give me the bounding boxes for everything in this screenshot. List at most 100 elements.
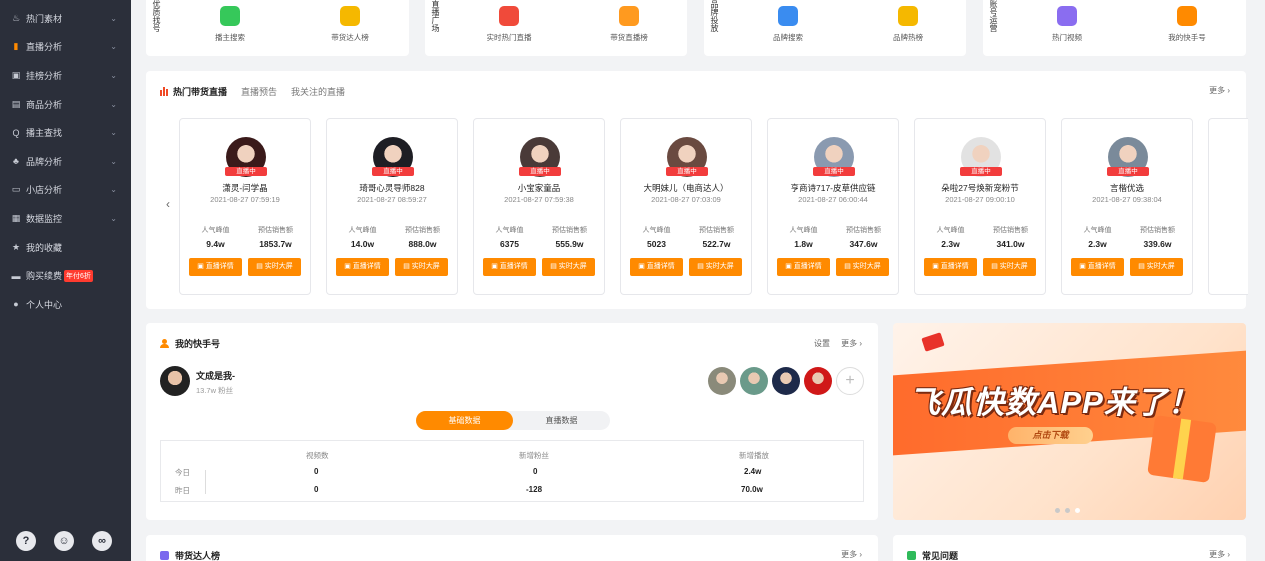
followed-account-avatar[interactable] [772, 367, 800, 395]
live-more-link[interactable]: 更多 › [1209, 85, 1230, 96]
popularity-label: 人气峰值 [1083, 227, 1112, 234]
realtime-screen-button[interactable]: ▤ 实时大屏 [983, 258, 1036, 276]
sales-label: 预估销售额 [1140, 227, 1175, 234]
live-detail-button[interactable]: ▣ 直播详情 [483, 258, 536, 276]
sidebar-item-8[interactable]: ★ 我的收藏 [0, 233, 131, 262]
col-header: 新增播放 [739, 451, 769, 460]
followed-account-avatar[interactable] [804, 367, 832, 395]
promo-badge: 年付6折 [64, 269, 93, 282]
realtime-screen-button[interactable]: ▤ 实时大屏 [1130, 258, 1183, 276]
sidebar-item-2[interactable]: ▣ 挂榜分析 ⌄ [0, 61, 131, 90]
tab-live-data[interactable]: 直播数据 [513, 411, 610, 430]
sidebar-item-9[interactable]: ▬ 购买续费 年付6折 [0, 261, 131, 290]
popularity-label: 人气峰值 [495, 227, 524, 234]
my-more-link[interactable]: 更多 › [841, 338, 862, 349]
my-kuaishou-panel: 我的快手号 设置 更多 › 文成是我- 13.7w 粉丝 + 基础数据 直播数据… [146, 323, 878, 520]
category-label: 实时热门直播 [486, 33, 532, 42]
anchor-name[interactable]: 潇灵-闫学晶 [180, 182, 310, 194]
link-icon[interactable]: ∞ [92, 531, 112, 551]
live-start-time: 2021-08-27 09:38:04 [1092, 195, 1162, 204]
stat-value: 0 [533, 467, 538, 476]
anchor-card[interactable]: 直播中 亨商诗717-皮草供应链 2021-08-27 06:00:44 人气峰值 预估… [767, 118, 899, 295]
anchor-card[interactable]: 直播中 潇灵-闫学晶 2021-08-27 07:59:19 人气峰值 预估销售额 9.4… [179, 118, 311, 295]
search-icon: Q [12, 127, 20, 138]
category-entry[interactable]: 带货直播榜 [589, 6, 669, 43]
tab-hot-live[interactable]: 热门带货直播 [173, 85, 227, 98]
anchor-name[interactable]: 小宝家童品 [474, 182, 604, 194]
live-detail-button[interactable]: ▣ 直播详情 [777, 258, 830, 276]
category-label: 带货达人榜 [331, 33, 369, 42]
tab-live-preview[interactable]: 直播预告 [241, 85, 277, 98]
category-entry[interactable]: 热门视频 [1027, 6, 1107, 43]
followed-account-avatar[interactable] [708, 367, 736, 395]
anchor-card[interactable]: 直播中 大明妹儿（电商达人） 2021-08-27 07:03:09 人气峰值 预估销售… [620, 118, 752, 295]
category-card-2: 品牌投放 品牌搜索 品牌热榜 [704, 0, 966, 56]
anchor-name[interactable]: 亨商诗717-皮草供应链 [768, 182, 898, 194]
anchor-card[interactable]: 直播中 琦哥心灵导师828 2021-08-27 08:59:27 人气峰值 预估销售额… [326, 118, 458, 295]
live-start-time: 2021-08-27 08:59:27 [357, 195, 427, 204]
category-entry[interactable]: 我的快手号 [1147, 6, 1227, 43]
sidebar-item-3[interactable]: ▤ 商品分析 ⌄ [0, 90, 131, 119]
popularity-label: 人气峰值 [789, 227, 818, 234]
sidebar-item-label: 数据监控 [26, 213, 63, 224]
popularity-value: 1.8w [794, 239, 813, 249]
sidebar-item-0[interactable]: ♨ 热门素材 ⌄ [0, 4, 131, 33]
sidebar-item-7[interactable]: ▦ 数据监控 ⌄ [0, 204, 131, 233]
sellers-more-link[interactable]: 更多 › [841, 549, 862, 560]
live-badge-text: 直播中 [236, 168, 256, 175]
banner-title: 飞瓜快数APP来了！ [909, 385, 1200, 420]
stat-value: -128 [526, 485, 543, 494]
chevron-down-icon: ⌄ [110, 42, 117, 52]
carousel-dot[interactable] [1065, 508, 1070, 513]
realtime-screen-button[interactable]: ▤ 实时大屏 [542, 258, 595, 276]
sidebar-item-10[interactable]: ● 个人中心 [0, 290, 131, 319]
my-panel-title: 我的快手号 [175, 339, 221, 349]
live-detail-button[interactable]: ▣ 直播详情 [630, 258, 683, 276]
category-title: 账号运营 [989, 0, 998, 32]
live-badge: 直播中 [1107, 167, 1149, 176]
live-detail-button[interactable]: ▣ 直播详情 [924, 258, 977, 276]
sidebar-item-5[interactable]: ♣ 品牌分析 ⌄ [0, 147, 131, 176]
live-detail-button[interactable]: ▣ 直播详情 [189, 258, 242, 276]
app-promo-banner[interactable]: 飞瓜快数APP来了！ 点击下载 [893, 323, 1246, 520]
live-detail-button[interactable]: ▣ 直播详情 [336, 258, 389, 276]
category-entry[interactable]: 品牌热榜 [868, 6, 948, 43]
card-icon: ▬ [11, 270, 21, 281]
carousel-dot[interactable] [1055, 508, 1060, 513]
carousel-dot[interactable] [1075, 508, 1080, 513]
help-icon[interactable]: ? [16, 531, 36, 551]
sales-value: 555.9w [555, 239, 584, 249]
add-account-button[interactable]: + [836, 367, 864, 395]
sidebar-item-6[interactable]: ▭ 小店分析 ⌄ [0, 176, 131, 205]
realtime-screen-button[interactable]: ▤ 实时大屏 [395, 258, 448, 276]
category-entry[interactable]: 品牌搜索 [748, 6, 828, 43]
sidebar-item-label: 直播分析 [26, 42, 63, 53]
tab-followed-live[interactable]: 我关注的直播 [291, 85, 345, 98]
anchor-name[interactable]: 大明妹儿（电商达人） [621, 182, 751, 194]
download-button[interactable]: 点击下载 [1008, 427, 1093, 444]
settings-link[interactable]: 设置 [814, 338, 830, 349]
anchor-name[interactable]: 琦哥心灵导师828 [327, 182, 457, 194]
category-entry[interactable]: 播主搜索 [190, 6, 270, 43]
realtime-screen-button[interactable]: ▤ 实时大屏 [248, 258, 301, 276]
wechat-icon[interactable]: ☺ [54, 531, 74, 551]
anchor-card[interactable]: 直播中 言楷优选 2021-08-27 09:38:04 人气峰值 预估销售额 2.3w 3… [1061, 118, 1193, 295]
avatar[interactable] [160, 366, 190, 396]
anchor-card[interactable]: 直播中 朵啦27号焕新宠粉节 2021-08-27 09:00:10 人气峰值 预估销售… [914, 118, 1046, 295]
anchor-name[interactable]: 言楷优选 [1062, 182, 1192, 194]
tab-basic-data[interactable]: 基础数据 [416, 411, 513, 430]
followed-account-avatar[interactable] [740, 367, 768, 395]
category-entry[interactable]: 实时热门直播 [469, 6, 549, 43]
anchor-name[interactable]: 朵啦27号焕新宠粉节 [915, 182, 1045, 194]
realtime-screen-button[interactable]: ▤ 实时大屏 [689, 258, 742, 276]
popularity-value: 6375 [500, 239, 519, 249]
live-detail-button[interactable]: ▣ 直播详情 [1071, 258, 1124, 276]
prev-arrow-icon[interactable]: ‹ [166, 197, 170, 211]
bag-icon: ▤ [11, 98, 21, 109]
sidebar-item-4[interactable]: Q 播主查找 ⌄ [0, 118, 131, 147]
realtime-screen-button[interactable]: ▤ 实时大屏 [836, 258, 889, 276]
faq-more-link[interactable]: 更多 › [1209, 549, 1230, 560]
sidebar-item-1[interactable]: ▮ 直播分析 ⌄ [0, 33, 131, 62]
category-entry[interactable]: 带货达人榜 [310, 6, 390, 43]
anchor-card[interactable]: 直播中 小宝家童品 2021-08-27 07:59:38 人气峰值 预估销售额 6375… [473, 118, 605, 295]
